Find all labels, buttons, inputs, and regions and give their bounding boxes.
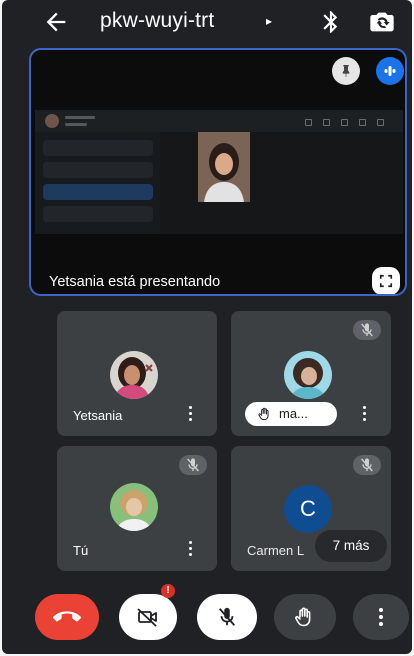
participant-name: Yetsania — [73, 408, 123, 423]
shared-toolbar-icon — [359, 119, 366, 126]
participant-name: Tú — [73, 543, 89, 558]
raised-hand-indicator: ma... — [245, 402, 337, 426]
participant-name: Carmen L — [247, 543, 305, 558]
participant-tile[interactable]: C Carmen L 7 más — [231, 446, 391, 571]
avatar — [110, 351, 158, 399]
shared-list-row — [43, 162, 153, 178]
camera-toggle-button[interactable] — [119, 594, 177, 640]
raised-hand-name: ma... — [279, 406, 308, 421]
shared-list-row — [43, 206, 153, 222]
notification-badge: ! — [161, 584, 175, 598]
raise-hand-icon — [258, 407, 269, 421]
pin-icon — [342, 65, 350, 77]
shared-toolbar-icon — [341, 119, 348, 126]
participant-tile[interactable]: ma... — [231, 311, 391, 436]
mic-toggle-button[interactable] — [197, 594, 257, 640]
more-options-button[interactable] — [353, 594, 409, 640]
video-off-icon — [137, 608, 157, 627]
avatar — [284, 351, 332, 399]
shared-list-row — [43, 184, 153, 200]
more-vert-icon[interactable] — [359, 406, 369, 424]
raise-hand-button[interactable] — [274, 594, 336, 640]
fullscreen-icon — [379, 274, 393, 288]
avatar — [110, 483, 158, 531]
mic-off-icon — [179, 455, 207, 475]
shared-text-line — [65, 116, 95, 119]
mic-off-icon — [218, 607, 236, 626]
presenting-label: Yetsania está presentando — [49, 274, 221, 290]
more-vert-icon[interactable] — [185, 541, 195, 559]
more-participants-button[interactable]: 7 más — [315, 530, 387, 562]
meeting-screen: pkw-wuyi-trt ▸ Yetsania está presentando… — [2, 0, 412, 654]
audio-level-icon — [384, 66, 396, 76]
camera-switch-icon[interactable] — [368, 8, 396, 36]
mic-off-icon — [353, 455, 381, 475]
pin-button[interactable] — [332, 57, 360, 85]
avatar-initial: C — [284, 485, 332, 533]
presenter-video-thumbnail — [198, 132, 250, 202]
hang-up-icon — [53, 611, 81, 622]
back-arrow-icon[interactable] — [42, 8, 70, 36]
fullscreen-button[interactable] — [372, 267, 400, 294]
bluetooth-icon[interactable] — [318, 9, 344, 35]
audio-level-button[interactable] — [376, 57, 404, 85]
shared-toolbar-icon — [323, 119, 330, 126]
meeting-title[interactable]: pkw-wuyi-trt — [100, 9, 214, 33]
shared-avatar — [45, 114, 59, 128]
shared-window-bar — [35, 110, 403, 132]
shared-toolbar-icon — [377, 119, 384, 126]
more-vert-icon[interactable] — [185, 406, 195, 424]
mic-off-icon — [353, 320, 381, 340]
shared-list-row — [43, 140, 153, 156]
hang-up-button[interactable] — [35, 594, 99, 640]
shared-screen-content — [35, 110, 403, 234]
raise-hand-icon — [295, 607, 311, 627]
participant-tile[interactable]: Tú — [57, 446, 217, 571]
presentation-view[interactable]: Yetsania está presentando — [29, 48, 407, 296]
more-vert-icon — [378, 608, 384, 626]
shared-text-line — [65, 123, 87, 126]
app-header: pkw-wuyi-trt ▸ — [2, 0, 412, 44]
shared-toolbar-icon — [305, 119, 312, 126]
participant-tile[interactable]: Yetsania — [57, 311, 217, 436]
shared-sidebar — [35, 132, 160, 234]
presenter-photo — [198, 132, 250, 202]
caret-right-icon[interactable]: ▸ — [266, 14, 272, 28]
